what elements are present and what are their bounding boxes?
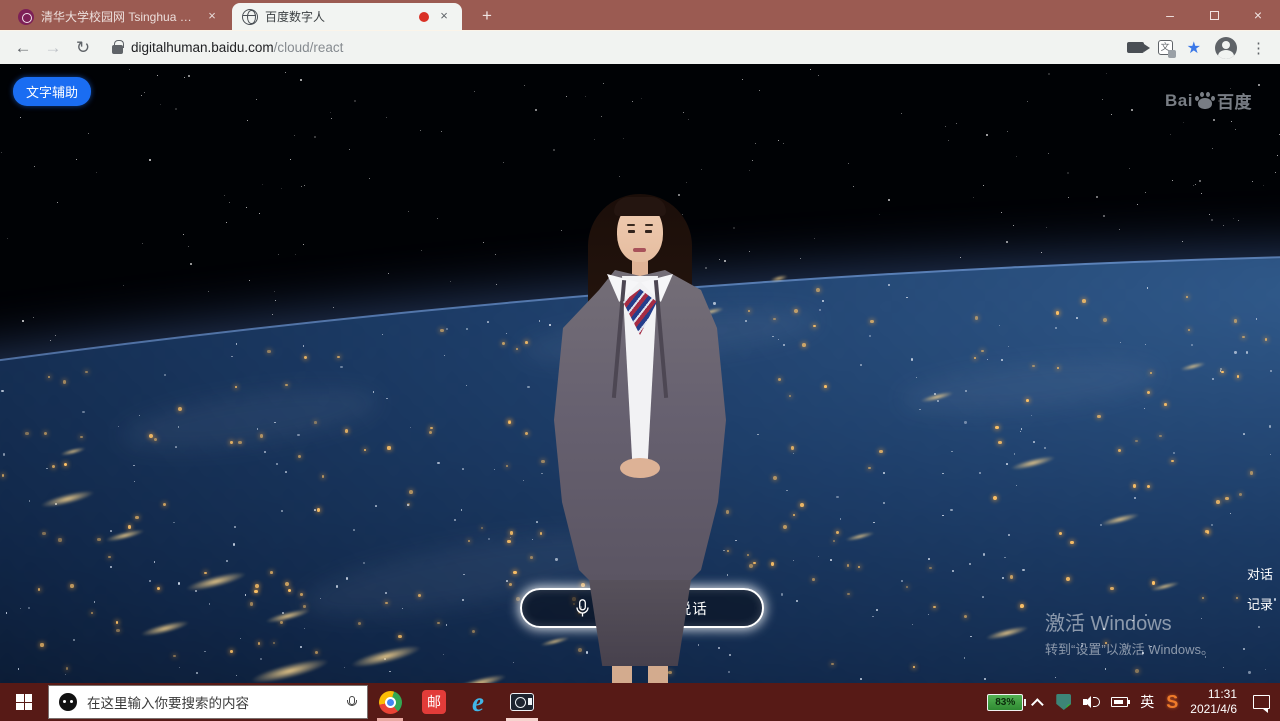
reload-button[interactable]: ↻ [68, 38, 98, 58]
avatar-lips [633, 248, 646, 252]
activation-line2: 转到“设置”以激活 Windows。 [1045, 639, 1214, 658]
tab-close-icon[interactable]: × [204, 9, 220, 25]
profile-avatar-icon[interactable] [1215, 37, 1237, 59]
activation-line1: 激活 Windows [1045, 607, 1214, 636]
bookmark-star-icon[interactable]: ★ [1187, 38, 1201, 58]
translate-icon[interactable]: 文 [1158, 40, 1173, 55]
baidu-paw-icon [1194, 91, 1216, 111]
minimize-button[interactable]: – [1148, 0, 1192, 30]
taskbar-search-box[interactable]: 在这里输入你要搜索的内容 [48, 685, 368, 719]
search-mic-icon[interactable] [347, 696, 355, 708]
tray-expand-icon[interactable] [1031, 698, 1044, 711]
internet-explorer-icon: e [472, 690, 484, 714]
system-tray: 83% ✓ 英 S 11:31 2021/4/6 [987, 687, 1280, 717]
url-text[interactable]: digitalhuman.baidu.com/cloud/react [131, 40, 343, 55]
windows-activation-watermark: 激活 Windows 转到“设置”以激活 Windows。 [1045, 607, 1214, 658]
baidu-logo: Bai 百度 [1165, 88, 1252, 113]
avatar-hands [620, 458, 660, 478]
tab-baidu-digital-human[interactable]: 百度数字人 × [232, 3, 462, 30]
taskbar-camera-app-button[interactable] [500, 683, 544, 721]
side-panel-labels: 对话 记录 [1247, 564, 1273, 624]
camera-icon[interactable] [1127, 42, 1144, 53]
battery-tray-icon[interactable] [1111, 697, 1128, 707]
language-indicator[interactable]: 英 [1140, 692, 1154, 712]
forward-button[interactable]: → [38, 38, 68, 58]
chrome-icon [379, 691, 402, 714]
mail-icon: 邮 [422, 690, 446, 714]
video-camera-icon [510, 693, 534, 711]
taskbar-chrome-button[interactable] [368, 683, 412, 721]
back-button[interactable]: ← [8, 38, 38, 58]
shield-check-icon: ✓ [1066, 704, 1075, 713]
dialog-tab[interactable]: 对话 [1247, 564, 1273, 583]
start-button[interactable] [0, 683, 48, 721]
search-placeholder-text: 在这里输入你要搜索的内容 [87, 692, 337, 712]
digital-human-avatar [505, 192, 775, 683]
browser-title-bar: 清华大学校园网 Tsinghua Univ × 百度数字人 × + – × [0, 0, 1280, 30]
url-domain: digitalhuman.baidu.com [131, 40, 274, 55]
globe-favicon-icon [242, 9, 258, 25]
close-window-button[interactable]: × [1236, 0, 1280, 30]
url-path: /cloud/react [274, 40, 344, 55]
windows-logo-icon [16, 694, 32, 710]
avatar-leg [648, 666, 668, 683]
taskbar-ie-button[interactable]: e [456, 683, 500, 721]
new-tab-button[interactable]: + [474, 5, 500, 27]
recording-dot-icon [419, 12, 429, 22]
tab-close-icon[interactable]: × [436, 9, 452, 25]
browser-toolbar: ← → ↻ digitalhuman.baidu.com/cloud/react… [0, 30, 1280, 64]
browser-menu-icon[interactable]: ⋮ [1251, 39, 1266, 57]
maximize-button[interactable] [1192, 0, 1236, 30]
clock-time: 11:31 [1190, 687, 1237, 702]
tab-tsinghua[interactable]: 清华大学校园网 Tsinghua Univ × [8, 3, 230, 30]
record-tab[interactable]: 记录 [1247, 594, 1273, 613]
windows-taskbar: 在这里输入你要搜索的内容 邮 e 83% ✓ 英 S 11:31 2021/4/… [0, 683, 1280, 721]
maximize-icon [1210, 11, 1219, 20]
clock-date: 2021/4/6 [1190, 702, 1237, 717]
baidu-logo-cn: 百度 [1217, 88, 1252, 113]
defender-shield-icon[interactable]: ✓ [1056, 694, 1071, 710]
sogou-input-icon[interactable]: S [1166, 692, 1178, 713]
avatar-eye [645, 230, 652, 233]
window-controls: – × [1148, 0, 1280, 30]
baidu-logo-latin: Bai [1165, 91, 1193, 111]
tab-title: 百度数字人 [265, 8, 412, 25]
taskbar-clock[interactable]: 11:31 2021/4/6 [1190, 687, 1237, 717]
battery-indicator[interactable]: 83% [987, 694, 1023, 711]
text-assist-button[interactable]: 文字辅助 [13, 77, 91, 106]
page-content: 文字辅助 Bai 百度 请按下空格说话 [0, 64, 1280, 683]
avatar-hair-fringe [614, 197, 666, 216]
avatar-eyebrow [645, 224, 653, 226]
action-center-icon[interactable] [1253, 695, 1270, 709]
tsinghua-favicon-icon [18, 9, 34, 25]
volume-wave-icon [1093, 697, 1100, 707]
tab-title: 清华大学校园网 Tsinghua Univ [41, 8, 197, 25]
avatar-eye [628, 230, 635, 233]
volume-icon[interactable] [1083, 695, 1099, 709]
lock-icon [112, 45, 123, 54]
avatar-leg [612, 666, 632, 683]
avatar-eyebrow [627, 224, 635, 226]
taskbar-mail-button[interactable]: 邮 [412, 683, 456, 721]
address-bar[interactable]: digitalhuman.baidu.com/cloud/react [104, 34, 1127, 62]
toolbar-actions: 文 ★ ⋮ [1127, 37, 1280, 59]
avatar-skirt [589, 580, 691, 666]
cortana-icon [59, 693, 77, 711]
